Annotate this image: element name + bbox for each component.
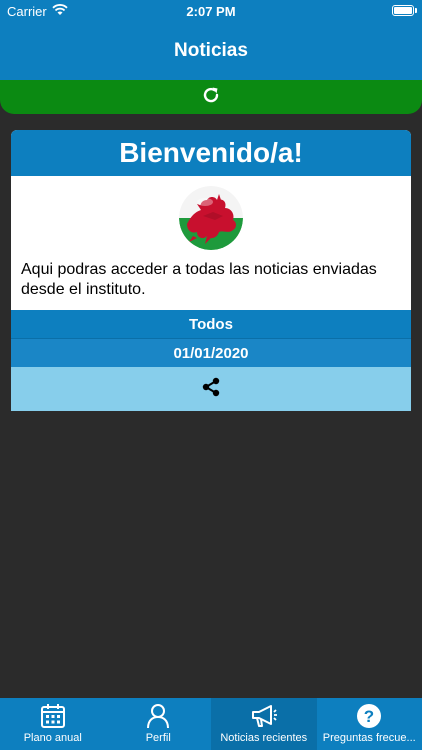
tab-perfil[interactable]: Perfil bbox=[106, 698, 212, 750]
calendar-icon bbox=[39, 702, 67, 732]
megaphone-icon bbox=[249, 702, 279, 732]
wales-flag-image bbox=[179, 186, 243, 250]
category-label: Todos bbox=[11, 310, 411, 339]
person-icon bbox=[144, 702, 172, 732]
share-button[interactable] bbox=[11, 367, 411, 411]
app-header: Noticias bbox=[0, 22, 422, 80]
tab-label: Preguntas frecue... bbox=[322, 732, 416, 744]
share-icon bbox=[200, 376, 222, 403]
tab-label: Perfil bbox=[145, 732, 171, 744]
tab-plano-anual[interactable]: Plano anual bbox=[0, 698, 106, 750]
tab-preguntas-frecuentes[interactable]: ? Preguntas frecue... bbox=[317, 698, 422, 750]
status-bar: Carrier 2:07 PM bbox=[0, 0, 422, 22]
news-card: Bienvenido/a! Aqui podras acceder a toda… bbox=[11, 130, 411, 411]
date-label: 01/01/2020 bbox=[11, 339, 411, 367]
tab-bar: Plano anual Perfil Noticias recientes ? bbox=[0, 698, 422, 750]
battery-icon bbox=[392, 5, 414, 16]
page-title: Noticias bbox=[174, 40, 248, 61]
card-body: Aqui podras acceder a todas las noticias… bbox=[11, 176, 411, 310]
tab-noticias-recientes[interactable]: Noticias recientes bbox=[211, 698, 317, 750]
card-title: Bienvenido/a! bbox=[11, 130, 411, 176]
tab-label: Noticias recientes bbox=[220, 732, 308, 744]
battery-tip bbox=[415, 8, 417, 13]
refresh-button[interactable] bbox=[0, 80, 422, 114]
status-time: 2:07 PM bbox=[186, 4, 236, 19]
question-icon: ? bbox=[355, 702, 383, 732]
refresh-icon bbox=[201, 85, 221, 110]
tab-label: Plano anual bbox=[23, 732, 82, 744]
svg-text:?: ? bbox=[364, 707, 374, 726]
card-description: Aqui podras acceder a todas las noticias… bbox=[21, 261, 377, 298]
